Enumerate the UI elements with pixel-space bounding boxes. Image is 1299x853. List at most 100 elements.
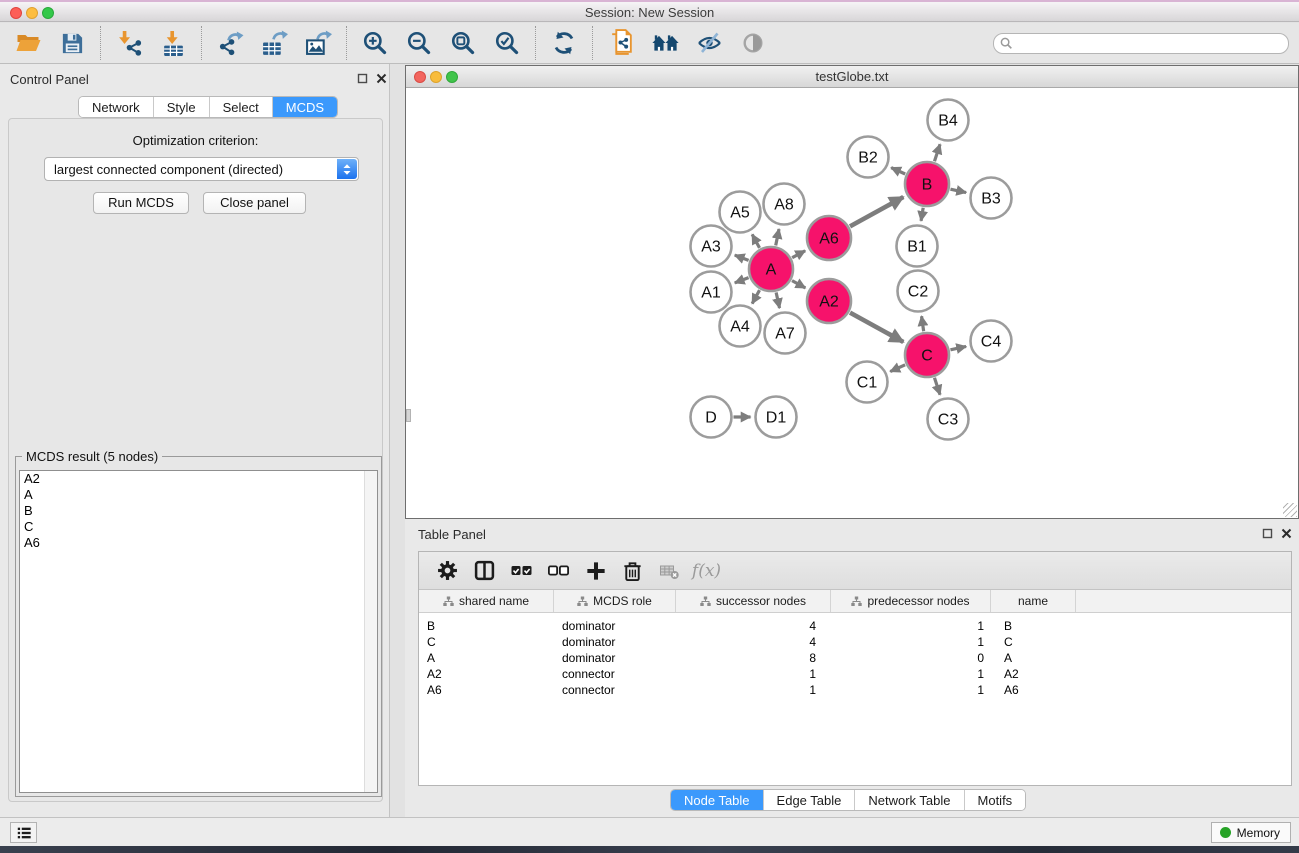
edge-B-B1[interactable] [921, 208, 923, 221]
edge-C-C3[interactable] [934, 378, 940, 395]
table-cell[interactable]: C [991, 634, 1076, 650]
column-header-MCDS-role[interactable]: MCDS role [554, 590, 676, 612]
import-table-button[interactable] [151, 25, 195, 61]
mcds-result-item[interactable]: A2 [20, 471, 377, 487]
float-panel-button[interactable] [356, 72, 369, 85]
table-cell[interactable]: 1 [831, 666, 991, 682]
first-neighbors-button[interactable] [643, 25, 687, 61]
tab-select[interactable]: Select [210, 97, 273, 117]
graph-node-D[interactable]: D [691, 397, 732, 438]
graph-node-A1[interactable]: A1 [691, 272, 732, 313]
tab-edge-table[interactable]: Edge Table [764, 790, 856, 810]
graph-node-A7[interactable]: A7 [765, 313, 806, 354]
table-cell[interactable]: 1 [831, 634, 991, 650]
graph-node-A8[interactable]: A8 [764, 184, 805, 225]
mcds-result-item[interactable]: A6 [20, 535, 377, 551]
select-all-button[interactable] [503, 555, 540, 587]
network-canvas[interactable]: AA1A2A3A4A5A6A7A8BB1B2B3B4CC1C2C3C4DD1 [406, 88, 1298, 518]
edge-A-A5[interactable] [752, 234, 759, 248]
edge-B-B2[interactable] [891, 168, 905, 174]
memory-button[interactable]: Memory [1211, 822, 1291, 843]
table-cell[interactable]: B [419, 618, 554, 634]
mcds-result-item[interactable]: C [20, 519, 377, 535]
float-table-panel-button[interactable] [1261, 527, 1274, 540]
open-session-button[interactable] [6, 25, 50, 61]
tab-style[interactable]: Style [154, 97, 210, 117]
edge-B-B3[interactable] [950, 189, 966, 192]
column-header-name[interactable]: name [991, 590, 1076, 612]
zoom-in-button[interactable] [353, 25, 397, 61]
graph-node-A4[interactable]: A4 [720, 306, 761, 347]
graph-node-C2[interactable]: C2 [898, 271, 939, 312]
edge-A2-C[interactable] [850, 313, 903, 342]
save-session-button[interactable] [50, 25, 94, 61]
table-cell[interactable]: 1 [676, 666, 831, 682]
show-columns-button[interactable] [466, 555, 503, 587]
search-input[interactable] [993, 33, 1289, 54]
table-cell[interactable]: connector [554, 682, 676, 698]
close-panel-action-button[interactable]: Close panel [203, 192, 306, 214]
graph-node-A[interactable]: A [749, 247, 793, 291]
edge-A-A4[interactable] [752, 290, 759, 304]
unselect-all-button[interactable] [540, 555, 577, 587]
zoom-selected-button[interactable] [485, 25, 529, 61]
graph-node-C1[interactable]: C1 [847, 362, 888, 403]
mcds-result-item[interactable]: B [20, 503, 377, 519]
table-cell[interactable]: 1 [831, 618, 991, 634]
run-mcds-button[interactable]: Run MCDS [93, 192, 189, 214]
table-cell[interactable]: A6 [419, 682, 554, 698]
table-cell[interactable]: A2 [419, 666, 554, 682]
graphics-details-button[interactable] [687, 25, 731, 61]
graph-node-D1[interactable]: D1 [756, 397, 797, 438]
close-table-panel-button[interactable] [1280, 527, 1293, 540]
table-cell[interactable]: 0 [831, 650, 991, 666]
tab-mcds[interactable]: MCDS [273, 97, 337, 117]
graph-node-B[interactable]: B [905, 162, 949, 206]
table-settings-button[interactable] [429, 555, 466, 587]
table-cell[interactable]: 8 [676, 650, 831, 666]
table-row[interactable]: A6connector11A6 [419, 682, 1291, 698]
table-cell[interactable]: dominator [554, 634, 676, 650]
table-row[interactable]: Cdominator41C [419, 634, 1291, 650]
graph-node-B4[interactable]: B4 [928, 100, 969, 141]
graph-node-A3[interactable]: A3 [691, 226, 732, 267]
edge-C-C2[interactable] [922, 316, 924, 331]
network-from-selection-button[interactable] [599, 25, 643, 61]
table-row[interactable]: Bdominator41B [419, 618, 1291, 634]
graph-node-A6[interactable]: A6 [807, 216, 851, 260]
graph-node-A2[interactable]: A2 [807, 279, 851, 323]
edge-B-B4[interactable] [934, 144, 940, 161]
column-header-predecessor-nodes[interactable]: predecessor nodes [831, 590, 991, 612]
table-cell[interactable]: A2 [991, 666, 1076, 682]
zoom-fit-button[interactable] [441, 25, 485, 61]
edge-A-A8[interactable] [776, 229, 779, 245]
table-cell[interactable]: A [419, 650, 554, 666]
edge-A-A6[interactable] [792, 251, 805, 258]
column-header-shared-name[interactable]: shared name [419, 590, 554, 612]
table-cell[interactable]: connector [554, 666, 676, 682]
tab-network-table[interactable]: Network Table [855, 790, 964, 810]
table-row[interactable]: Adominator80A [419, 650, 1291, 666]
zoom-out-button[interactable] [397, 25, 441, 61]
table-cell[interactable]: 4 [676, 618, 831, 634]
apply-layout-button[interactable] [542, 25, 586, 61]
task-history-button[interactable] [10, 822, 37, 843]
destroy-table-button[interactable] [651, 555, 688, 587]
graph-node-C3[interactable]: C3 [928, 399, 969, 440]
export-network-button[interactable] [208, 25, 252, 61]
table-cell[interactable]: 1 [831, 682, 991, 698]
window-resize-grip[interactable] [1283, 503, 1297, 517]
network-scrollbar-thumb[interactable] [406, 409, 411, 422]
graph-node-B2[interactable]: B2 [848, 137, 889, 178]
delete-row-button[interactable] [614, 555, 651, 587]
edge-A6-B[interactable] [850, 197, 903, 226]
graph-node-B3[interactable]: B3 [971, 178, 1012, 219]
export-table-button[interactable] [252, 25, 296, 61]
graph-node-C4[interactable]: C4 [971, 321, 1012, 362]
tab-motifs[interactable]: Motifs [965, 790, 1026, 810]
tab-network[interactable]: Network [79, 97, 154, 117]
mcds-result-item[interactable]: A [20, 487, 377, 503]
close-panel-button[interactable] [375, 72, 388, 85]
birds-eye-button[interactable] [731, 25, 775, 61]
edge-A-A2[interactable] [792, 281, 805, 288]
